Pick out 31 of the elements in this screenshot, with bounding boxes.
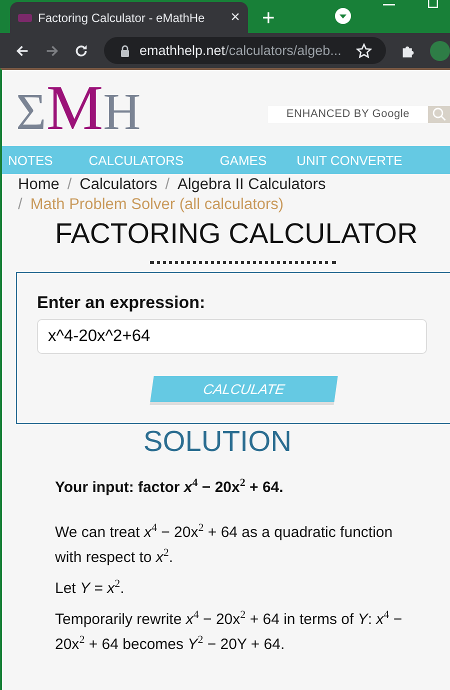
browser-tab[interactable]: Factoring Calculator - eMathHe × xyxy=(10,2,248,33)
site-logo[interactable]: ΣMH xyxy=(16,76,141,140)
search-icon xyxy=(432,107,446,121)
field-label: Enter an expression: xyxy=(37,293,206,313)
url-text: emathhelp.net/calculators/algeb... xyxy=(140,43,342,58)
solution-text: We can treat x$^{4}$ − 20x$^{2}$ + 64 as a quadratic function with respect to x$^{2}$. xyxy=(55,521,394,568)
search-field[interactable]: ENHANCED BY Google xyxy=(268,106,428,122)
star-icon[interactable] xyxy=(356,42,372,58)
close-tab-button[interactable]: × xyxy=(230,8,240,26)
breadcrumb-separator: / xyxy=(67,176,72,194)
expression-input[interactable]: x^4-20x^2+64 xyxy=(37,319,427,354)
solution-heading: SOLUTION xyxy=(142,426,293,459)
lock-icon xyxy=(120,44,130,56)
solution-text: Your input: factor x$^{4}$ − 20x$^{2}$ + 64. xyxy=(55,476,284,498)
breadcrumb-link[interactable]: Home xyxy=(18,176,60,194)
profile-avatar[interactable] xyxy=(430,40,450,60)
breadcrumb-link[interactable]: Algebra II Calculators xyxy=(178,176,326,194)
breadcrumb-link[interactable]: Calculators xyxy=(80,176,158,194)
maximize-icon[interactable] xyxy=(428,0,438,8)
breadcrumb-separator: / xyxy=(18,196,22,214)
breadcrumb-separator: / xyxy=(165,176,170,194)
new-tab-button[interactable]: + xyxy=(262,7,275,29)
dropdown-icon[interactable] xyxy=(335,8,351,24)
address-bar[interactable]: emathhelp.net/calculators/algeb... xyxy=(104,37,386,64)
tab-title: Factoring Calculator - eMathHe xyxy=(38,10,206,24)
solution-text: Let Y = x$^{2}$. xyxy=(55,577,126,599)
page-title: FACTORING CALCULATOR xyxy=(55,218,419,251)
reload-icon[interactable] xyxy=(74,42,88,58)
solution-text: Temporarily rewrite x$^{4}$ − 20x$^{2}$ + 64 in terms of Y: x$^{4}$ − 20x$^{2}$ + 64 becomes Y$^{2}$ − 20Y + 64. xyxy=(55,608,404,655)
minimize-icon[interactable] xyxy=(383,3,395,7)
site-favicon-icon xyxy=(18,14,32,22)
